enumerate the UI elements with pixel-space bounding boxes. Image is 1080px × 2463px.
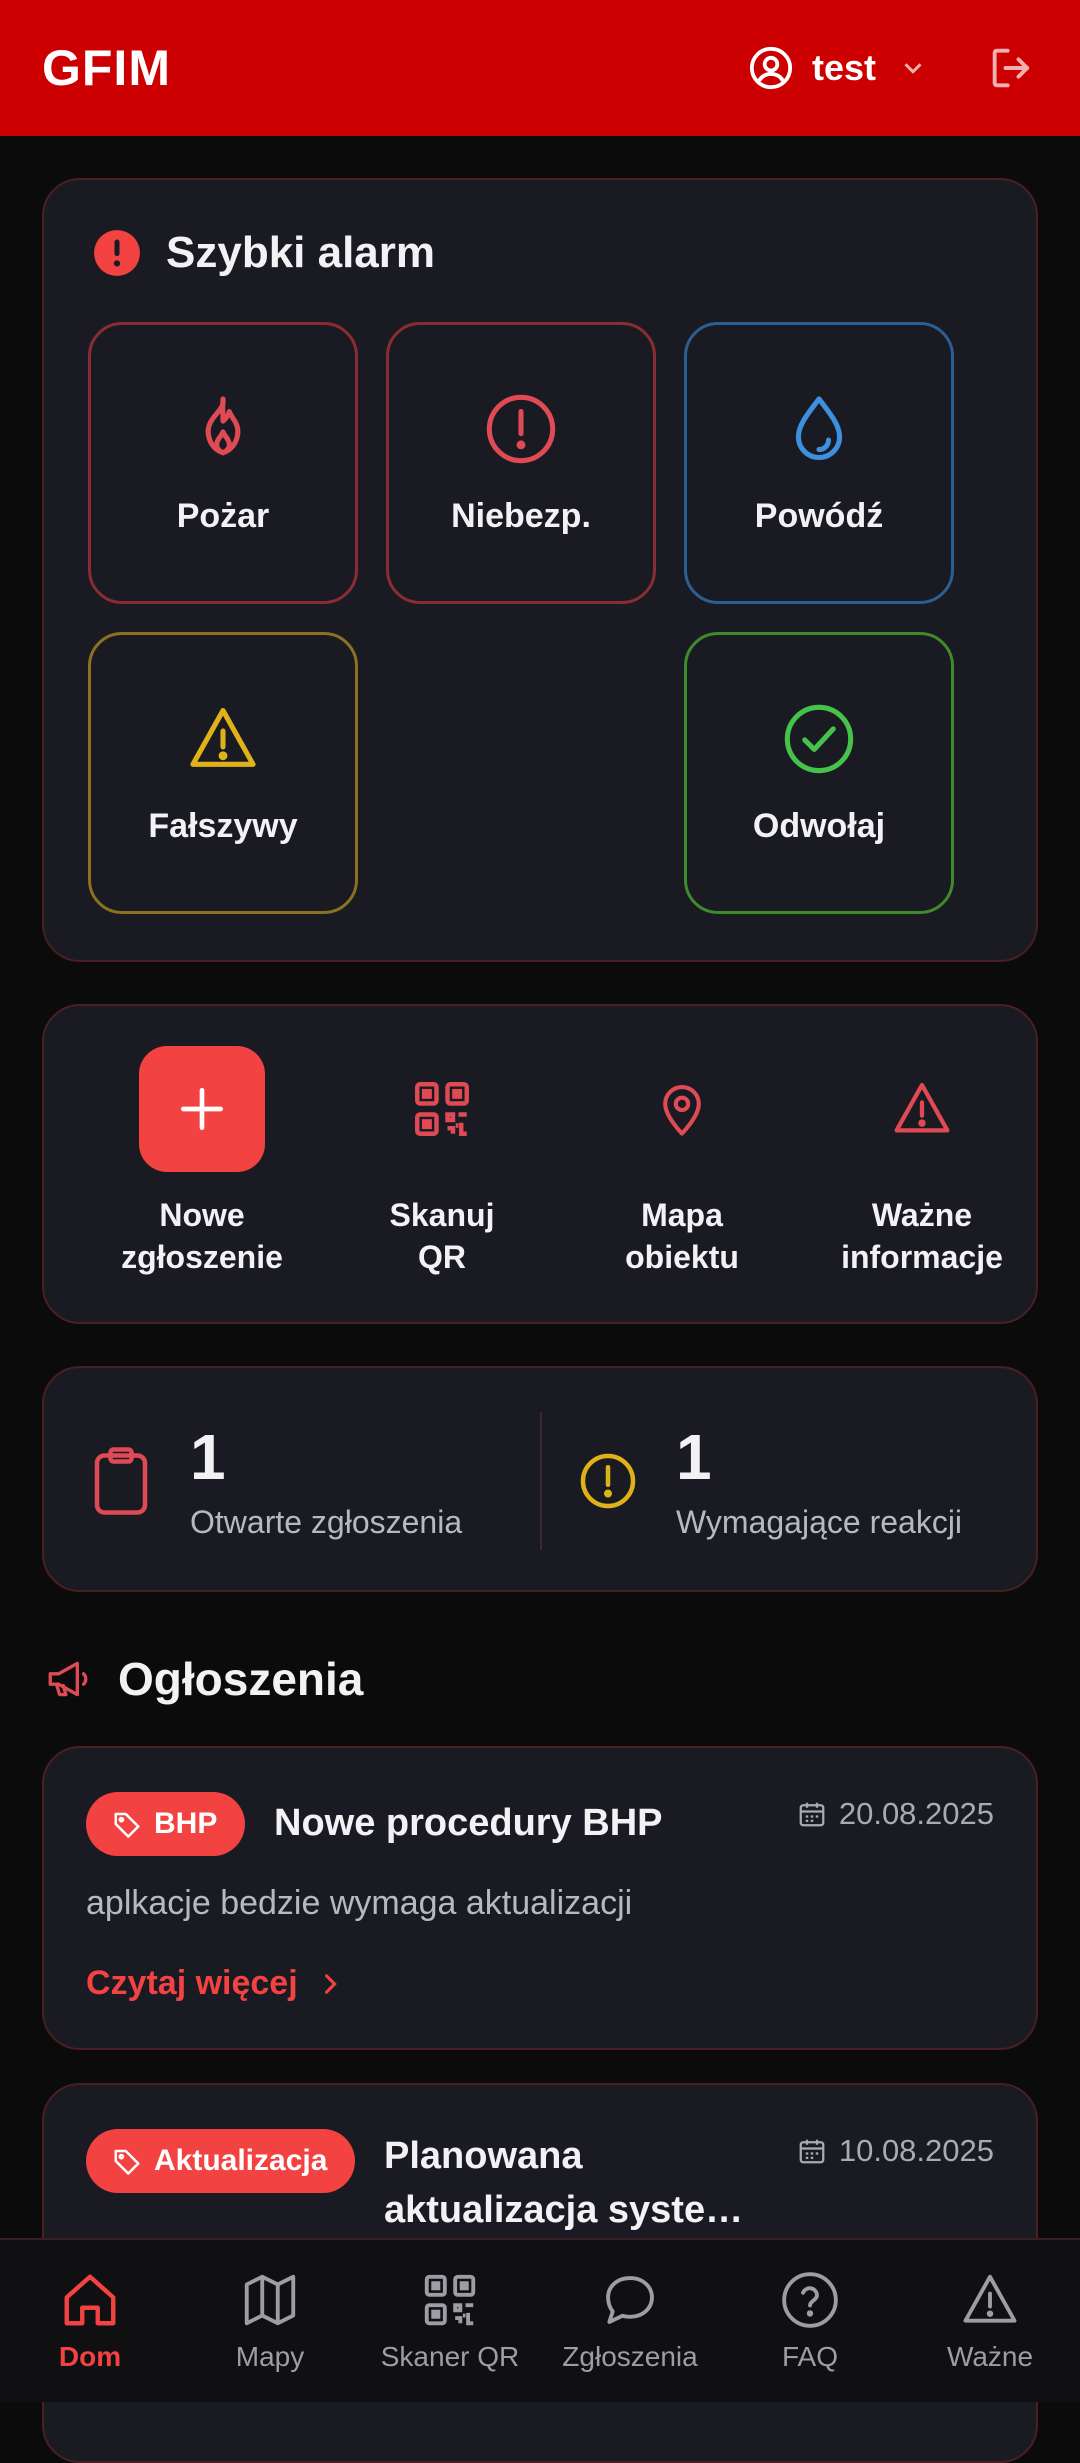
- qr-icon: [379, 1046, 505, 1172]
- warning-triangle-icon: [963, 2274, 1017, 2323]
- announcement-title: Planowana aktualizacja syste…: [384, 2129, 743, 2237]
- facility-map-button[interactable]: Mapa obiektu: [562, 1046, 802, 1278]
- tag-badge: Aktualizacja: [86, 2129, 356, 2193]
- action-needed-count: 1: [676, 1420, 712, 1493]
- water-drop-icon: [795, 395, 843, 460]
- nav-faq[interactable]: FAQ: [720, 2240, 900, 2402]
- announcement-body: aplkacje bedzie wymaga aktualizacji: [86, 1884, 633, 1922]
- chevron-down-icon: [904, 63, 922, 74]
- action-needed-stat[interactable]: 1 Wymagające reakcji: [578, 1368, 962, 1594]
- username: test: [811, 47, 876, 88]
- check-circle-icon: [784, 704, 854, 773]
- megaphone-icon: [48, 1661, 88, 1697]
- new-report-label: Nowe zgłoszenie: [121, 1197, 283, 1275]
- alarm-cancel-button[interactable]: Odwołaj: [684, 632, 954, 914]
- tag-label: BHP: [154, 1807, 218, 1840]
- scan-qr-label: Skanuj QR: [389, 1197, 495, 1275]
- scan-qr-button[interactable]: Skanuj QR: [322, 1046, 562, 1278]
- nav-faq-label: FAQ: [781, 2341, 838, 2372]
- alarm-danger-button[interactable]: Niebezp.: [386, 322, 656, 604]
- alert-circle-icon: [486, 394, 556, 463]
- quick-alarm-header: Szybki alarm: [92, 228, 435, 278]
- chat-bubble-icon: [606, 2276, 654, 2324]
- alert-circle-icon: [94, 230, 140, 276]
- alarm-flood-label: Powódź: [754, 496, 884, 535]
- alert-circle-icon: [580, 1453, 636, 1509]
- user-menu[interactable]: test: [748, 42, 1038, 94]
- alarm-fire-button[interactable]: Pożar: [88, 322, 358, 604]
- alarm-danger-label: Niebezp.: [451, 496, 591, 535]
- action-needed-label: Wymagające reakcji: [676, 1503, 963, 1540]
- qr-icon: [424, 2274, 476, 2326]
- logout-icon[interactable]: [986, 42, 1038, 94]
- calendar-icon: [799, 1802, 825, 1827]
- quick-alarm-title: Szybki alarm: [166, 228, 436, 277]
- map-icon: [244, 2274, 296, 2326]
- alarm-flood-button[interactable]: Powódź: [684, 322, 954, 604]
- stats-divider: [540, 1412, 542, 1550]
- chevron-right-icon: [324, 1973, 337, 1994]
- nav-home-label: Dom: [58, 2341, 122, 2372]
- tag-badge: BHP: [86, 1792, 246, 1856]
- announcement-date-text: 10.08.2025: [838, 2133, 994, 2168]
- quick-alarm-card: Szybki alarm Pożar Niebezp. Powódź Fałsz…: [42, 178, 1038, 962]
- announcement-title-line1: Planowana: [384, 2135, 583, 2177]
- announcement-date-text: 20.08.2025: [838, 1796, 994, 1831]
- nav-important[interactable]: Ważne: [900, 2240, 1080, 2402]
- alarm-cancel-label: Odwołaj: [752, 806, 886, 845]
- help-circle-icon: [782, 2272, 838, 2328]
- warning-icon: [859, 1046, 985, 1172]
- calendar-icon: [799, 2139, 825, 2164]
- alarm-false-button[interactable]: Fałszywy: [88, 632, 358, 914]
- top-app-bar: GFIM test: [0, 0, 1080, 136]
- user-avatar-icon: [749, 46, 793, 90]
- read-more-label: Czytaj więcej: [86, 1964, 298, 2002]
- new-report-button[interactable]: Nowe zgłoszenie: [82, 1046, 322, 1278]
- tag-icon: [114, 2149, 140, 2175]
- nav-maps-label: Mapy: [235, 2341, 305, 2372]
- nav-reports-label: Zgłoszenia: [562, 2341, 698, 2372]
- nav-important-label: Ważne: [946, 2341, 1034, 2372]
- announcement-date: 20.08.2025: [797, 1796, 994, 1832]
- tag-icon: [114, 1812, 140, 1838]
- quick-actions-card: Nowe zgłoszenie Skanuj QR Mapa obiektu W…: [42, 1004, 1038, 1324]
- announcements-header: Ogłoszenia: [44, 1652, 363, 1706]
- important-info-label: Ważne informacje: [841, 1197, 1003, 1275]
- nav-home[interactable]: Dom: [0, 2240, 180, 2402]
- open-reports-label: Otwarte zgłoszenia: [190, 1503, 463, 1540]
- nav-reports[interactable]: Zgłoszenia: [540, 2240, 720, 2402]
- announcement-card[interactable]: BHP Nowe procedury BHP 20.08.2025 aplkac…: [42, 1746, 1038, 2050]
- flame-icon: [205, 395, 241, 455]
- clipboard-icon: [94, 1447, 148, 1515]
- announcement-title: Nowe procedury BHP: [274, 1802, 663, 1844]
- app-logo: GFIM: [42, 40, 171, 96]
- plus-icon: [139, 1046, 265, 1172]
- read-more-link[interactable]: Czytaj więcej: [86, 1964, 344, 2003]
- alarm-false-label: Fałszywy: [148, 806, 298, 845]
- stats-card: 1 Otwarte zgłoszenia 1 Wymagające reakcj…: [42, 1366, 1038, 1592]
- important-info-button[interactable]: Ważne informacje: [802, 1046, 1042, 1278]
- announcements-title: Ogłoszenia: [118, 1653, 364, 1705]
- open-reports-count: 1: [190, 1420, 226, 1493]
- announcement-title-line2: aktualizacja syste…: [384, 2189, 744, 2231]
- open-reports-stat[interactable]: 1 Otwarte zgłoszenia: [90, 1368, 462, 1594]
- nav-qr-scanner[interactable]: Skaner QR: [360, 2240, 540, 2402]
- nav-qr-label: Skaner QR: [380, 2341, 520, 2372]
- tag-label: Aktualizacja: [154, 2144, 328, 2177]
- alarm-fire-label: Pożar: [176, 496, 270, 535]
- home-icon: [64, 2274, 116, 2326]
- bottom-navigation: Dom Mapy Skaner QR Zgłoszenia FAQ Ważne: [0, 2238, 1080, 2402]
- announcement-date: 10.08.2025: [797, 2133, 994, 2169]
- facility-map-label: Mapa obiektu: [625, 1197, 739, 1275]
- nav-maps[interactable]: Mapy: [180, 2240, 360, 2402]
- warning-triangle-icon: [190, 707, 256, 767]
- map-pin-icon: [619, 1046, 745, 1172]
